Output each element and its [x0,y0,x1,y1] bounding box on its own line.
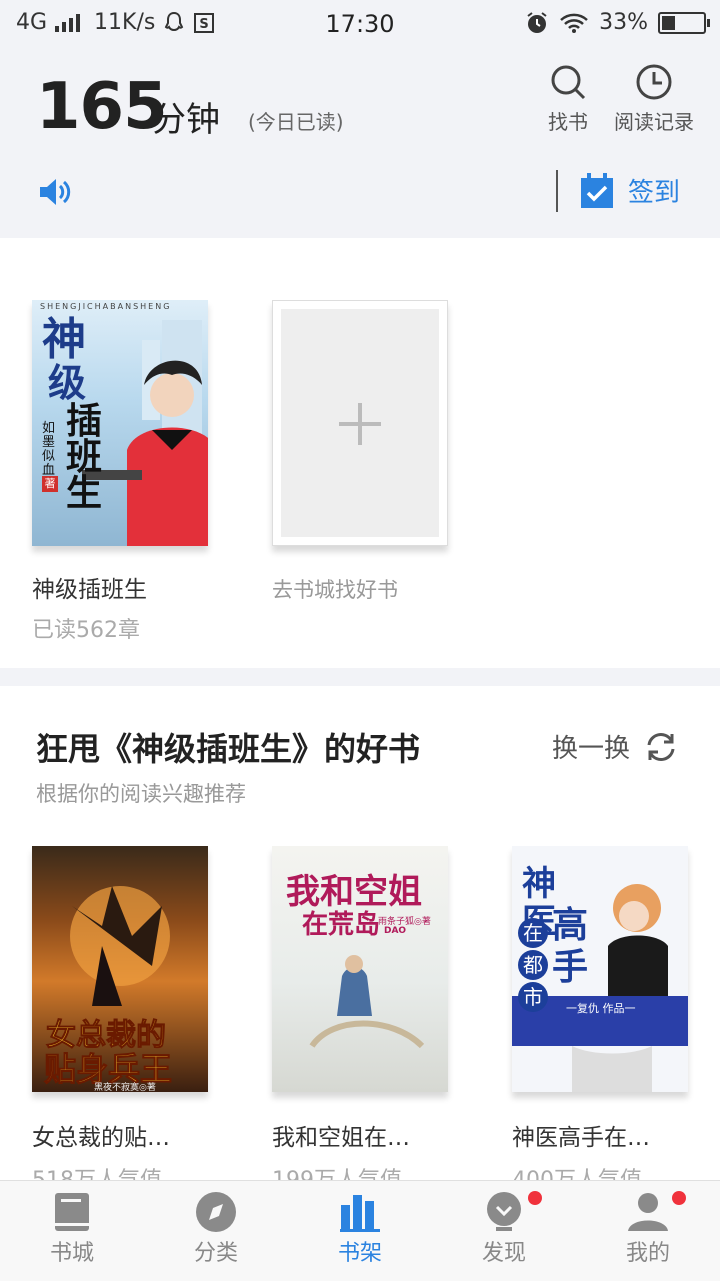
tab-label: 分类 [193,1241,238,1266]
refresh-label: 换一换 [552,734,631,764]
battery-percent: 33% [599,10,648,35]
checkin-label: 签到 [628,178,681,208]
plus-icon [339,403,381,445]
alarm-icon [527,11,547,33]
tab-label: 我的 [625,1241,670,1266]
refresh-icon [647,732,675,761]
today-read-label: (今日已读) [248,110,344,134]
minutes-unit: 分钟 [152,100,220,140]
tab-label: 发现 [481,1241,526,1266]
cover-title-e: 生 [66,473,103,514]
notification-badge [672,1191,686,1205]
cover-author: 如墨似血 [42,421,56,478]
cover-title-3d: 手 [552,946,589,988]
add-book-tile[interactable] [272,300,448,546]
compass-icon [196,1192,236,1232]
bottom-tab-bar: 书城 分类 书架 发现 我的 [0,1180,720,1281]
cover-title-c: 插 [66,401,103,442]
tab-bookshelf[interactable]: 书架 [300,1191,420,1267]
cover-title-3f: 都 [518,950,548,980]
tab-label: 书架 [337,1241,382,1266]
discover-icon [487,1192,521,1231]
shelf-book-title[interactable]: 神级插班生 [32,570,147,604]
cover-title-b: 级 [48,360,87,405]
recommend-book-title-1[interactable]: 女总裁的贴… [32,1118,170,1152]
refresh-button[interactable]: 换一换 [552,728,678,765]
recommend-title: 狂甩《神级插班生》的好书 [36,730,421,768]
reading-history-button[interactable]: 阅读记录 [612,62,696,135]
recommend-book-cover-3[interactable]: 神 医 高 手 在 都 市 一复仇 作品一 [512,846,688,1092]
clock-icon [636,64,672,100]
cover-author-1: 黑夜不寂寞◎著 [94,1083,156,1092]
book-icon [55,1193,89,1231]
battery-icon [658,11,710,34]
search-icon [551,65,586,100]
user-icon [628,1193,668,1231]
cover-pinyin: SHENGJICHABANSHENG [40,302,172,311]
add-book-label[interactable]: 去书城找好书 [272,574,398,604]
cover-author-3: 一复仇 作品一 [566,1002,636,1015]
shelf-book-cover[interactable]: SHENGJICHABANSHENG 神 级 插 班 生 如墨似血 著 [32,300,208,546]
header-divider [556,170,558,212]
calendar-check-icon [581,172,613,208]
cover-title-3e: 在 [518,918,548,948]
checkin-button[interactable]: 签到 [580,172,680,209]
notification-badge [528,1191,542,1205]
section-gap [0,668,720,686]
find-book-label: 找书 [548,110,588,134]
reading-minutes: 165 [36,70,168,144]
find-book-button[interactable]: 找书 [540,62,596,135]
tab-discover[interactable]: 发现 [444,1191,564,1267]
cover-author-mark: 著 [42,476,58,492]
tab-bookstore[interactable]: 书城 [12,1191,132,1267]
tab-mine[interactable]: 我的 [588,1191,708,1267]
cover-title-d: 班 [66,437,103,478]
shelf-book-progress: 已读562章 [32,618,140,643]
wifi-icon [560,13,588,33]
bookshelf-icon [340,1195,380,1232]
reading-history-label: 阅读记录 [614,110,694,134]
recommend-book-cover-2[interactable]: 我和空姐 在荒岛 雨条子狐◎著 DAO [272,846,448,1092]
status-bar-right: 33% [525,10,710,35]
cover-title-a: 神 [42,314,86,365]
cover-title-2b: 在荒岛 [302,910,381,940]
speaker-icon[interactable] [38,176,74,208]
cover-title-3g: 市 [518,982,548,1012]
cover-dao-2: DAO [384,926,407,936]
tab-label: 书城 [49,1241,94,1266]
recommend-subtitle: 根据你的阅读兴趣推荐 [36,782,246,806]
recommend-book-cover-1[interactable]: 女总裁的 贴身兵王 黑夜不寂寞◎著 [32,846,208,1092]
tab-category[interactable]: 分类 [156,1191,276,1267]
recommend-book-title-3[interactable]: 神医高手在… [512,1118,650,1152]
recommend-book-title-2[interactable]: 我和空姐在… [272,1118,410,1152]
